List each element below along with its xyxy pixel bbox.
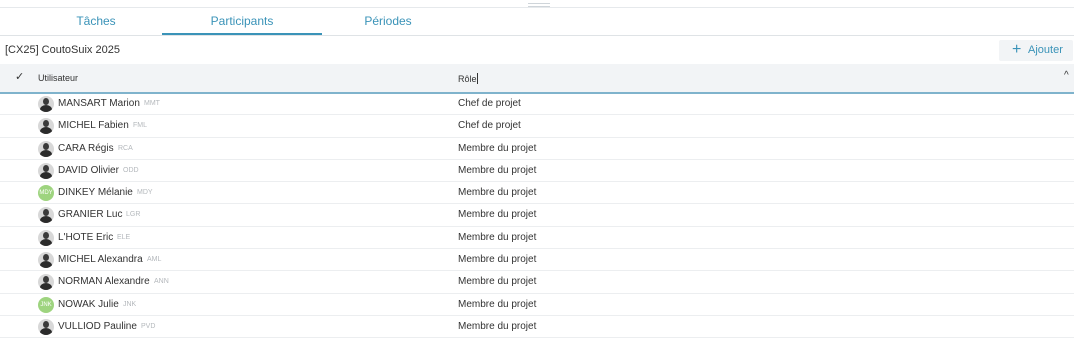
user-role: Membre du projet <box>458 164 537 176</box>
user-name: GRANIER Luc <box>58 209 123 221</box>
tab-bar: Tâches Participants Périodes <box>0 8 1074 36</box>
select-all-check-icon[interactable]: ✓ <box>15 70 24 83</box>
user-name: MANSART Marion <box>58 98 140 109</box>
user-role: Membre du projet <box>458 298 537 310</box>
avatar <box>38 96 54 112</box>
avatar: JNK <box>38 296 54 313</box>
table-row[interactable]: MANSART Marion MMT Chef de projet <box>0 93 1074 116</box>
user-role: Membre du projet <box>458 209 537 221</box>
add-button-label: Ajouter <box>1028 44 1063 56</box>
avatar <box>38 252 54 269</box>
table-row[interactable]: VULLIOD Pauline PVD Membre du projet <box>0 316 1074 339</box>
avatar <box>38 274 54 291</box>
user-role: Chef de projet <box>458 120 521 132</box>
text-cursor <box>476 73 478 84</box>
tab-periodes[interactable]: Périodes <box>322 8 454 34</box>
user-role: Membre du projet <box>458 254 537 266</box>
tab-taches[interactable]: Tâches <box>30 8 162 34</box>
avatar: MDY <box>38 185 54 202</box>
user-code: JNK <box>123 300 137 308</box>
user-name: NOWAK Julie <box>58 298 119 310</box>
sort-chevron-up-icon[interactable]: ^ <box>1064 70 1069 81</box>
column-header-user[interactable]: Utilisateur <box>38 73 78 83</box>
table-row[interactable]: CARA Régis RCA Membre du projet <box>0 138 1074 160</box>
user-name: NORMAN Alexandre <box>58 276 150 288</box>
user-role: Membre du projet <box>458 142 537 154</box>
avatar <box>38 207 54 224</box>
avatar <box>38 229 54 246</box>
avatar <box>38 318 54 335</box>
table-row[interactable]: MICHEL Fabien FML Chef de projet <box>0 115 1074 138</box>
column-header-role-label: Rôle <box>458 74 477 84</box>
project-title: [CX25] CoutoSuix 2025 <box>5 44 120 56</box>
avatar <box>38 118 54 135</box>
user-code: ODD <box>123 166 139 174</box>
user-code: RCA <box>118 144 133 152</box>
user-code: FML <box>133 122 147 130</box>
user-code: AML <box>147 256 162 264</box>
user-code: ANN <box>154 278 169 286</box>
tab-participants[interactable]: Participants <box>162 8 322 35</box>
table-row[interactable]: MDY DINKEY Mélanie MDY Membre du projet <box>0 182 1074 205</box>
project-header: [CX25] CoutoSuix 2025 + Ajouter <box>0 36 1074 64</box>
user-code: LGR <box>126 211 141 219</box>
user-name: L'HOTE Eric <box>58 231 114 243</box>
user-role: Membre du projet <box>458 276 537 288</box>
participants-list: MANSART Marion MMT Chef de projet MICHEL Fa… <box>0 93 1074 339</box>
table-row[interactable]: GRANIER Luc LGR Membre du projet <box>0 204 1074 227</box>
table-row[interactable]: DAVID Olivier ODD Membre du projet <box>0 160 1074 183</box>
avatar <box>38 162 54 179</box>
user-code: MMT <box>144 100 160 107</box>
user-role: Membre du projet <box>458 231 537 243</box>
add-participant-button[interactable]: + Ajouter <box>999 40 1073 61</box>
user-name: DINKEY Mélanie <box>58 187 133 199</box>
user-role: Chef de projet <box>458 98 521 109</box>
table-row[interactable]: NORMAN Alexandre ANN Membre du projet <box>0 271 1074 294</box>
user-code: MDY <box>137 189 153 197</box>
user-name: CARA Régis <box>58 142 114 154</box>
table-row[interactable]: MICHEL Alexandra AML Membre du projet <box>0 249 1074 272</box>
table-header: ✓ Utilisateur Rôle ^ <box>0 64 1074 94</box>
user-code: ELE <box>117 233 131 241</box>
plus-icon: + <box>1012 41 1022 58</box>
user-name: DAVID Olivier <box>58 164 119 176</box>
user-code: PVD <box>141 322 156 330</box>
user-role: Membre du projet <box>458 187 537 199</box>
user-name: MICHEL Alexandra <box>58 254 143 266</box>
column-header-role[interactable]: Rôle <box>458 73 478 84</box>
table-row[interactable]: JNK NOWAK Julie JNK Membre du projet <box>0 294 1074 316</box>
user-role: Membre du projet <box>458 320 537 332</box>
user-name: MICHEL Fabien <box>58 120 129 132</box>
avatar <box>38 140 54 157</box>
user-name: VULLIOD Pauline <box>58 320 137 332</box>
table-row[interactable]: L'HOTE Eric ELE Membre du projet <box>0 227 1074 250</box>
